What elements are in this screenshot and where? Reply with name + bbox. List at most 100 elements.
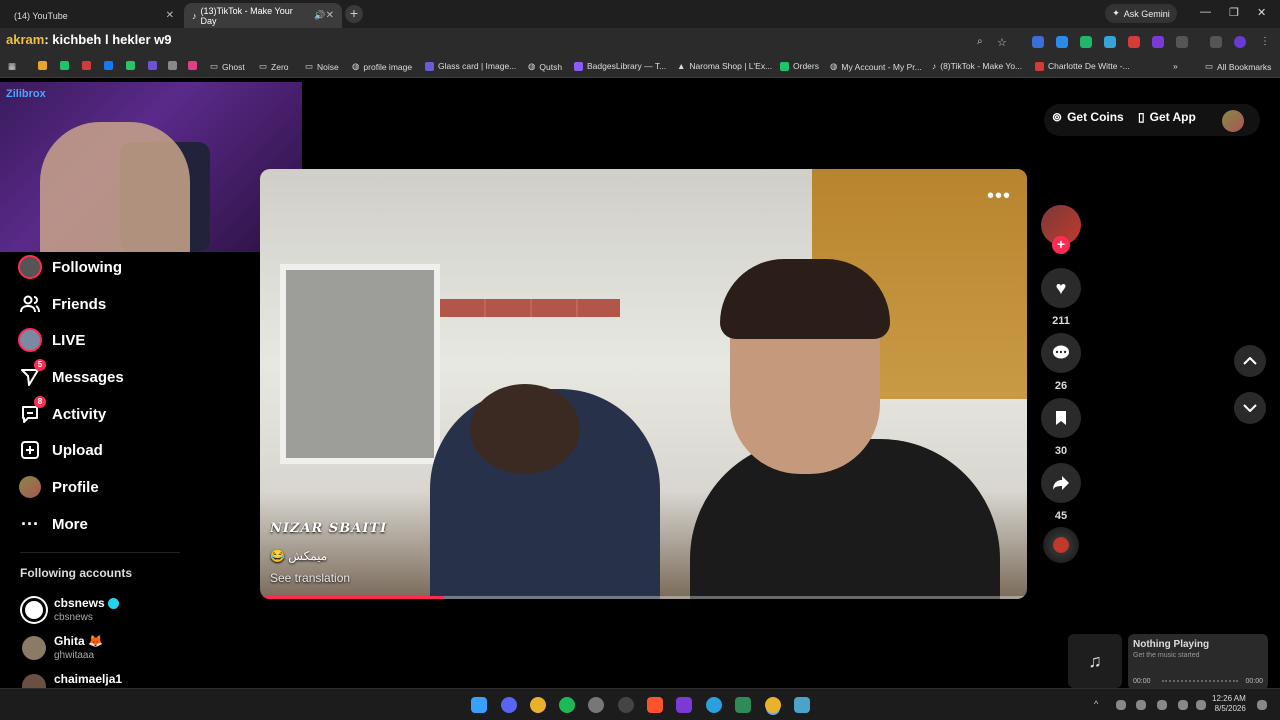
all-bookmarks[interactable]: ▭ All Bookmarks [1205,61,1271,72]
chrome-icon[interactable] [765,697,781,713]
bookmark-my-account[interactable]: ◍ My Account - My Pr... [830,61,922,72]
profile-icon[interactable] [1234,36,1246,48]
chevron-right-icon[interactable]: » [1173,61,1178,71]
bookmark-naroma[interactable]: ▲ Naroma Shop | L'Ex... [677,61,772,71]
sidebar-item-activity[interactable]: 8 Activity [18,396,106,428]
discord-icon[interactable] [501,697,517,713]
tray-icon[interactable] [1136,700,1146,710]
spotify-icon[interactable] [559,697,575,713]
bookmark-noise[interactable]: ▭ Noise [305,61,339,72]
extension-icon[interactable] [1056,36,1068,48]
extension-icon[interactable] [1152,36,1164,48]
music-note-icon[interactable]: ♫ [1068,634,1122,688]
video-player[interactable]: ••• NIZAR SBAITI 😂 ميمكش See translation [260,169,1027,599]
close-icon[interactable]: ✕ [166,10,174,21]
bookmark-icon[interactable] [168,61,177,70]
get-app-button[interactable]: ▯ Get App [1138,110,1196,124]
app-icon[interactable] [618,697,634,713]
chevron-up-icon[interactable]: ^ [1094,699,1104,709]
music-progress[interactable] [1162,680,1238,682]
apps-icon[interactable]: ▦ [8,61,16,72]
follow-plus-button[interactable]: + [1052,236,1070,254]
star-icon[interactable]: ☆ [997,36,1009,49]
extension-icon[interactable] [1104,36,1116,48]
speaker-icon[interactable]: 🔊 [314,10,325,21]
telegram-icon[interactable] [706,697,722,713]
bookmark-icon[interactable] [60,61,69,70]
share-action[interactable]: 45 [1041,463,1081,522]
bookmark-icon[interactable] [126,61,135,70]
menu-dots-icon[interactable]: ⋮ [1260,36,1272,48]
close-window-icon[interactable]: ✕ [1257,6,1266,19]
get-coins-button[interactable]: ⊚ Get Coins [1052,110,1124,124]
bookmark-icon[interactable] [188,61,197,70]
clock[interactable]: 12:26 AM 8/5/2026 [1212,694,1246,714]
notification-icon[interactable] [1257,700,1267,710]
sidebar-item-more[interactable]: ··· More [18,510,88,538]
ask-gemini-button[interactable]: ✦ Ask Gemini [1105,4,1177,23]
bookmark-orders[interactable]: Orders [780,61,819,71]
app-icon[interactable] [588,697,604,713]
sidebar-item-following[interactable]: Following [18,253,122,281]
windows-start-icon[interactable] [471,697,487,713]
volume-icon[interactable] [1196,700,1206,710]
next-video-button[interactable] [1234,392,1266,424]
address-bar[interactable]: akram: kichbeh l hekler w9 ⌕ ☆ ⋮ [0,28,1280,56]
maximize-icon[interactable]: ❐ [1229,6,1239,19]
bookmark-icon[interactable] [104,61,113,70]
see-translation-link[interactable]: See translation [270,571,350,585]
new-tab-button[interactable]: + [345,5,363,23]
puzzle-icon[interactable] [1176,36,1188,48]
sidebar-item-messages[interactable]: 5 Messages [18,359,124,391]
account-item-ghita[interactable]: Ghita 🦊 ghwitaaa [22,634,103,661]
bookmark-icon[interactable] [148,61,157,70]
mic-icon[interactable] [1157,700,1167,710]
sidebar-item-live[interactable]: LIVE [18,326,85,354]
extension-icon[interactable] [1032,36,1044,48]
music-widget[interactable]: Nothing Playing Get the music started 00… [1128,634,1268,690]
bookmark-glass-card[interactable]: Glass card | Image... [425,61,516,71]
bookmark-badgeslibrary[interactable]: BadgesLibrary — T... [574,61,666,71]
music-disc-icon[interactable] [1043,527,1079,563]
brave-icon[interactable] [647,697,663,713]
sidebar-item-friends[interactable]: Friends [18,290,106,318]
zoom-icon[interactable]: ⌕ [977,36,989,48]
bookmark-tiktok[interactable]: ♪ (8)TikTok - Make Yo... [932,61,1022,71]
network-icon[interactable] [1178,700,1188,710]
minimize-icon[interactable]: — [1200,6,1211,18]
tab-youtube[interactable]: (14) YouTube ✕ [6,3,182,28]
media-icon[interactable] [1210,36,1222,48]
bookmark-charlotte[interactable]: Charlotte De Witte -... [1035,61,1130,71]
bookmark-qutsh[interactable]: ◍ Qutsh [528,61,562,72]
bookmark-ghost[interactable]: ▭ Ghost [210,61,245,72]
extension-icon[interactable] [1080,36,1092,48]
comment-action[interactable]: 26 [1041,333,1081,392]
heart-icon[interactable]: ♥ [1041,268,1081,308]
get-app-label: Get App [1149,110,1196,124]
profile-avatar[interactable] [1222,110,1244,132]
like-action[interactable]: ♥ 211 [1041,268,1081,327]
comment-icon[interactable] [1041,333,1081,373]
tray-icon[interactable] [1116,700,1126,710]
save-action[interactable]: 30 [1041,398,1081,457]
app-icon[interactable] [735,697,751,713]
account-item-cbsnews[interactable]: cbsnews cbsnews [22,596,119,623]
account-item-chaimaelja1[interactable]: chaimaelja1 [22,672,122,688]
bookmark-icon[interactable] [1041,398,1081,438]
close-icon[interactable]: ✕ [326,10,334,21]
previous-video-button[interactable] [1234,345,1266,377]
extension-icon[interactable] [1128,36,1140,48]
sidebar-item-profile[interactable]: Profile [18,473,99,501]
app-icon[interactable] [676,697,692,713]
video-author[interactable]: NIZAR SBAITI [270,521,387,536]
sidebar-item-upload[interactable]: Upload [18,436,103,464]
app-icon[interactable] [794,697,810,713]
bookmark-icon[interactable] [82,61,91,70]
bookmark-icon[interactable] [38,61,47,70]
share-icon[interactable] [1041,463,1081,503]
tab-tiktok[interactable]: ♪ (13)TikTok - Make Your Day 🔊 ✕ [184,3,342,28]
bookmark-profile-image[interactable]: ◍ profile image [352,61,412,72]
chrome-icon[interactable] [530,697,546,713]
bookmark-zero[interactable]: ▭ Zero [259,61,289,72]
more-options-icon[interactable]: ••• [987,185,1011,208]
